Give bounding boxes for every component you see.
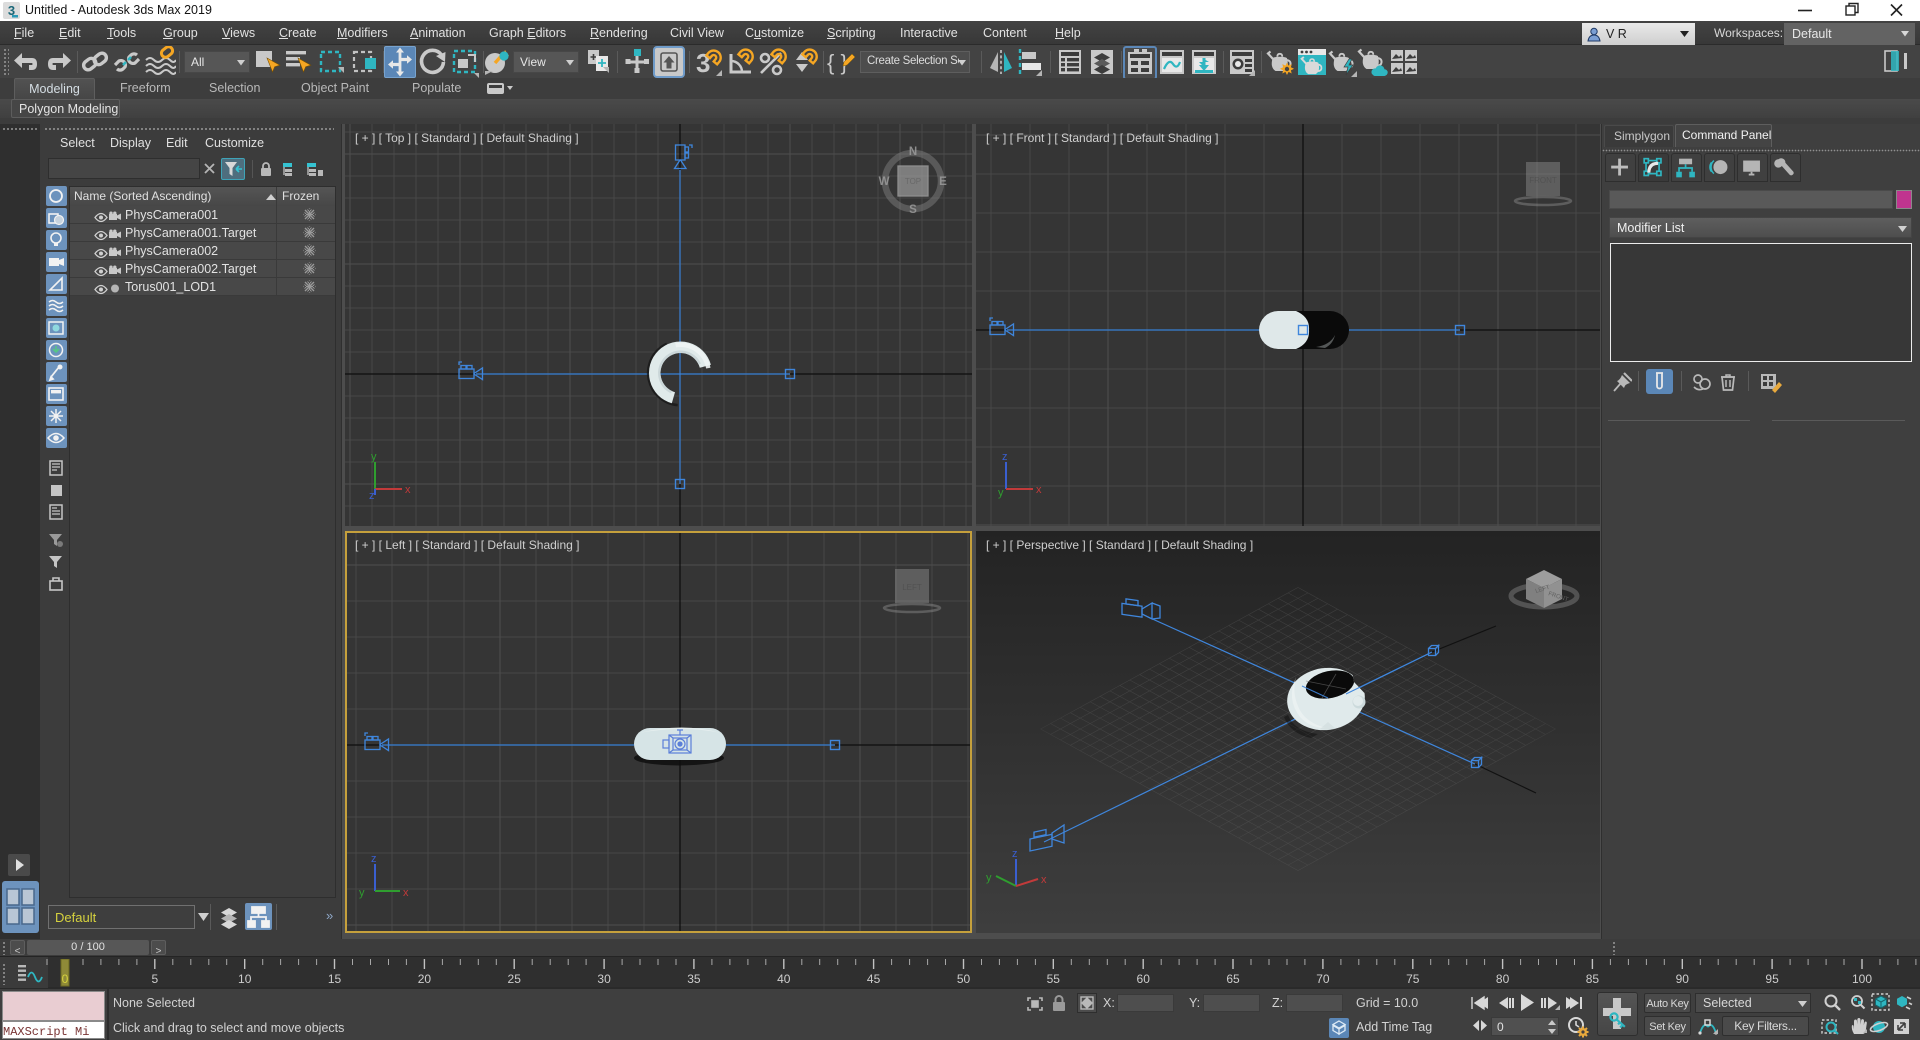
svg-text:5: 5 (151, 972, 158, 986)
svg-text:40: 40 (777, 972, 791, 986)
svg-text:50: 50 (957, 972, 971, 986)
svg-text:z: z (1012, 848, 1018, 860)
svg-text:[ + ] [ Front ] [ Standard ] [: [ + ] [ Front ] [ Standard ] [ Default S… (986, 131, 1218, 145)
svg-text:[ + ] [ Perspective ] [ Standa: [ + ] [ Perspective ] [ Standard ] [ Def… (986, 538, 1253, 552)
svg-text:x: x (403, 887, 409, 899)
svg-text:70: 70 (1316, 972, 1330, 986)
svg-text:90: 90 (1676, 972, 1690, 986)
svg-text:y: y (371, 451, 377, 463)
svg-text:95: 95 (1765, 972, 1779, 986)
svg-text:TOP: TOP (905, 177, 921, 186)
svg-text:55: 55 (1047, 972, 1061, 986)
svg-text:z: z (1002, 451, 1008, 463)
svg-text:35: 35 (687, 972, 701, 986)
svg-text:x: x (1036, 484, 1042, 496)
svg-text:y: y (998, 487, 1004, 499)
svg-text:S: S (909, 204, 917, 216)
svg-text:y: y (986, 872, 992, 884)
svg-text:10: 10 (238, 972, 252, 986)
svg-text:100: 100 (1852, 972, 1872, 986)
svg-text:z: z (371, 853, 377, 865)
svg-text:15: 15 (328, 972, 342, 986)
svg-text:x: x (405, 484, 411, 496)
svg-text:0: 0 (62, 972, 69, 986)
svg-text:80: 80 (1496, 972, 1510, 986)
svg-text:30: 30 (597, 972, 611, 986)
svg-text:E: E (939, 176, 947, 188)
svg-text:x: x (1041, 874, 1047, 886)
svg-text:20: 20 (418, 972, 432, 986)
svg-text:45: 45 (867, 972, 881, 986)
svg-text:[ + ] [ Left ] [ Standard ] [: [ + ] [ Left ] [ Standard ] [ Default Sh… (355, 538, 579, 552)
svg-text:75: 75 (1406, 972, 1420, 986)
svg-text:W: W (879, 176, 890, 188)
svg-text:z: z (369, 490, 375, 502)
svg-text:y: y (359, 887, 365, 899)
svg-text:60: 60 (1137, 972, 1151, 986)
svg-text:LEFT: LEFT (902, 583, 922, 592)
svg-text:N: N (909, 146, 917, 158)
svg-text:[ + ] [ Top ] [ Standard ] [ D: [ + ] [ Top ] [ Standard ] [ Default Sha… (355, 131, 579, 145)
svg-text:FRONT: FRONT (1529, 176, 1557, 185)
svg-text:25: 25 (508, 972, 522, 986)
svg-text:85: 85 (1586, 972, 1600, 986)
svg-text:65: 65 (1226, 972, 1240, 986)
